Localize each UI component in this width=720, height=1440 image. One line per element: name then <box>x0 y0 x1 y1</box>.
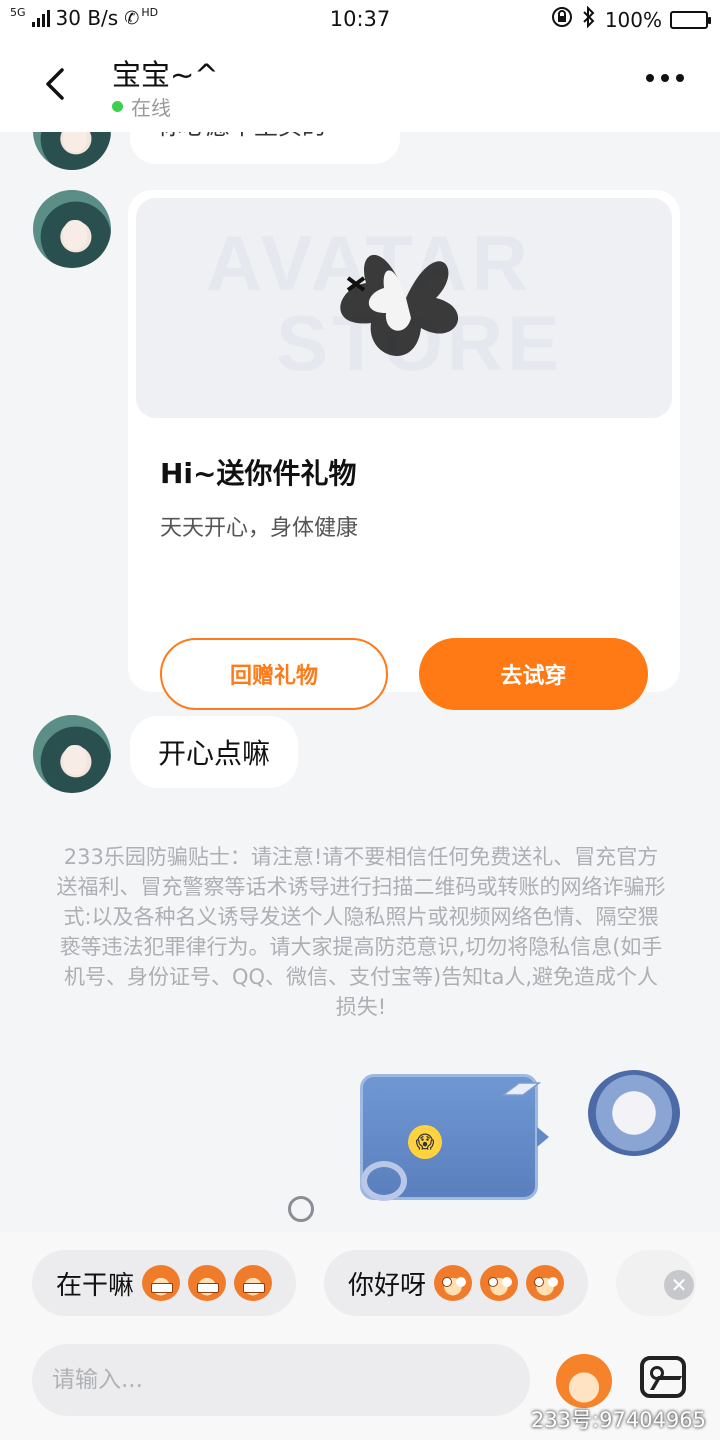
close-icon: ✕ <box>670 1273 688 1297</box>
my-emoji-bubble[interactable]: 😱 <box>360 1074 549 1201</box>
online-status-label: 在线 <box>131 96 171 120</box>
contact-avatar[interactable] <box>33 190 111 268</box>
flower-hairpin-icon <box>340 254 459 356</box>
image-button[interactable] <box>640 1356 686 1398</box>
grinning-monkey-icon <box>188 1265 227 1301</box>
return-gift-button[interactable]: 回赠礼物 <box>160 638 388 710</box>
sticker-button[interactable] <box>556 1354 612 1408</box>
rotation-lock-icon <box>551 6 573 33</box>
chat-header: 宝宝~^ 在线 <box>0 38 720 132</box>
user-id-watermark: 233号:97404965 <box>530 1408 706 1432</box>
happy-monkey-icon <box>480 1265 519 1301</box>
more-options-button[interactable] <box>646 74 684 82</box>
quick-reply-text: 在干嘛 <box>56 1270 135 1301</box>
try-on-button[interactable]: 去试穿 <box>419 638 648 710</box>
online-dot-icon <box>112 101 123 112</box>
message-bubble[interactable]: 开心点嘛 <box>130 716 299 788</box>
gift-card[interactable]: AVATAR STORE Hi~送你件礼物 天天开心，身体健康 回赠礼物 去试穿 <box>128 190 680 710</box>
more-dot-icon <box>661 74 669 82</box>
grinning-monkey-icon <box>234 1265 273 1301</box>
gift-image[interactable]: AVATAR STORE <box>136 198 672 418</box>
chevron-left-icon <box>46 68 64 100</box>
gift-title: Hi~送你件礼物 <box>160 457 357 490</box>
back-button[interactable] <box>36 62 76 106</box>
loading-indicator-icon <box>288 1196 314 1222</box>
status-bar: 5G 30 B/s ✆ HD 10:37 100% <box>0 0 720 38</box>
message-text: 你心愿单里买的 <box>158 132 326 141</box>
chat-area[interactable]: 你心愿单里买的 AVATAR STORE Hi~送你件礼物 天天开心，身体健康 … <box>0 132 720 1232</box>
anti-fraud-notice: 233乐园防骗贴士：请注意!请不要相信任何免费送礼、冒充官方送福利、冒充警察等话… <box>56 845 666 1019</box>
grinning-monkey-icon <box>142 1265 181 1301</box>
more-dot-icon <box>646 74 654 82</box>
contact-name: 宝宝~^ <box>112 58 219 92</box>
happy-monkey-icon <box>526 1265 565 1301</box>
quick-reply-chip[interactable]: 在干嘛 <box>32 1250 297 1316</box>
my-avatar[interactable] <box>588 1070 680 1156</box>
status-right: 100% <box>551 5 711 33</box>
quick-reply-text: 你好呀 <box>348 1270 427 1301</box>
battery-percent: 100% <box>604 7 662 32</box>
quick-replies-bar: 在干嘛 你好呀 ✕ <box>0 1232 720 1336</box>
gift-subtitle: 天天开心，身体健康 <box>160 516 359 541</box>
more-dot-icon <box>676 74 684 82</box>
close-quick-replies-button[interactable]: ✕ <box>664 1270 694 1300</box>
contact-avatar[interactable] <box>33 715 111 793</box>
message-bubble[interactable]: 你心愿单里买的 <box>130 132 400 164</box>
quick-reply-chip[interactable]: 你好呀 <box>324 1250 589 1316</box>
battery-icon <box>670 10 711 29</box>
bubble-decoration-icon <box>361 1161 407 1201</box>
online-status: 在线 <box>112 92 171 121</box>
contact-avatar[interactable] <box>33 132 111 170</box>
input-bar: 233号:97404965 <box>0 1336 720 1440</box>
wave-decoration-icon <box>501 1082 541 1096</box>
screaming-face-icon: 😱 <box>408 1125 442 1159</box>
message-text: 开心点嘛 <box>158 737 271 770</box>
happy-monkey-icon <box>434 1265 473 1301</box>
bluetooth-icon <box>581 5 597 33</box>
message-input[interactable] <box>32 1344 530 1416</box>
